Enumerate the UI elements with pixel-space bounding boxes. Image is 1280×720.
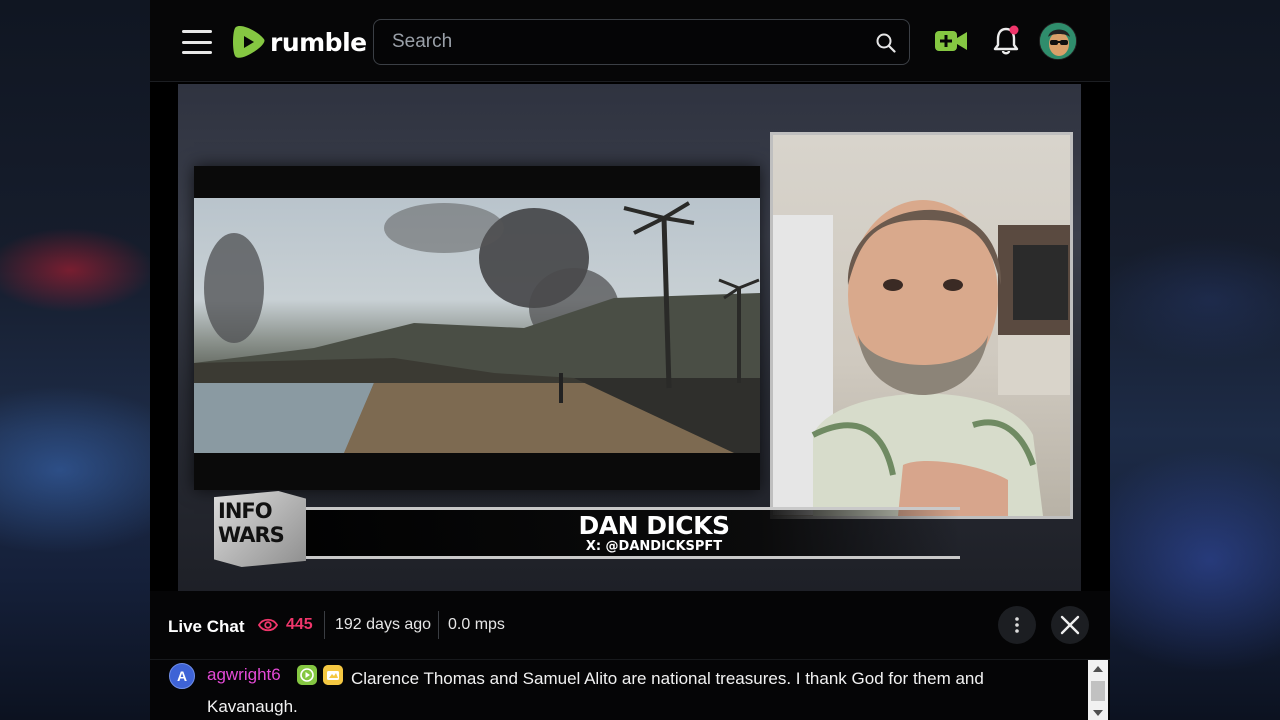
message-rate: 0.0 mps bbox=[448, 616, 505, 633]
logo-line-1: INFO bbox=[218, 499, 273, 523]
chat-header: Live Chat 445 192 days ago 0.0 mps bbox=[150, 591, 1110, 659]
premium-badge-icon bbox=[323, 665, 343, 685]
beach-smoke-illustration bbox=[194, 201, 760, 453]
infowars-logo: INFO WARS bbox=[214, 491, 306, 567]
guest-handle: X: @DANDICKSPFT bbox=[585, 539, 723, 554]
stream-age: 192 days ago bbox=[335, 616, 432, 633]
player-frame: rumble Search INFO WARS DAN DICKS X: @DA… bbox=[150, 0, 1110, 720]
guest-name: DAN DICKS bbox=[578, 511, 730, 540]
search-box bbox=[373, 19, 910, 65]
chat-close-button[interactable] bbox=[1051, 606, 1089, 644]
top-header: rumble bbox=[150, 0, 1110, 82]
rumble-logo-icon bbox=[233, 26, 265, 58]
message-avatar[interactable]: A bbox=[169, 663, 195, 689]
avatar-face-icon bbox=[1040, 23, 1076, 59]
brand-name: rumble bbox=[270, 27, 367, 57]
notification-bell-icon[interactable] bbox=[992, 24, 1022, 56]
chat-title: Live Chat bbox=[168, 617, 245, 636]
search-icon[interactable] bbox=[875, 32, 897, 54]
menu-icon[interactable] bbox=[182, 30, 212, 54]
lower-third-banner: INFO WARS DAN DICKS X: @DANDICKSPFT bbox=[214, 489, 974, 571]
beach-smoke-scene bbox=[194, 198, 760, 453]
go-live-icon[interactable] bbox=[934, 28, 968, 54]
divider bbox=[324, 611, 325, 639]
more-vertical-icon bbox=[1015, 617, 1019, 633]
divider bbox=[438, 611, 439, 639]
eye-icon bbox=[258, 618, 278, 632]
search-input[interactable] bbox=[392, 20, 862, 64]
chat-more-button[interactable] bbox=[998, 606, 1036, 644]
scroll-up-icon[interactable] bbox=[1093, 666, 1103, 672]
logo-line-2: WARS bbox=[218, 523, 285, 547]
message-username[interactable]: agwright6 bbox=[207, 665, 281, 685]
webcam-guest-panel bbox=[770, 132, 1073, 519]
guest-webcam-illustration bbox=[773, 200, 1070, 516]
close-icon bbox=[1060, 615, 1080, 635]
rumble-logo[interactable]: rumble bbox=[230, 22, 367, 62]
user-avatar[interactable] bbox=[1039, 22, 1077, 60]
news-clip-panel bbox=[194, 166, 760, 490]
chat-scrollbar[interactable] bbox=[1088, 660, 1108, 720]
rumble-badge-icon bbox=[297, 665, 317, 685]
viewer-count: 445 bbox=[286, 616, 313, 633]
scroll-thumb[interactable] bbox=[1091, 681, 1105, 701]
chat-messages: A Clarence Thomas and Samuel Alito are n… bbox=[150, 659, 1110, 720]
video-player[interactable]: INFO WARS DAN DICKS X: @DANDICKSPFT bbox=[178, 84, 1081, 591]
scroll-down-icon[interactable] bbox=[1093, 710, 1103, 716]
